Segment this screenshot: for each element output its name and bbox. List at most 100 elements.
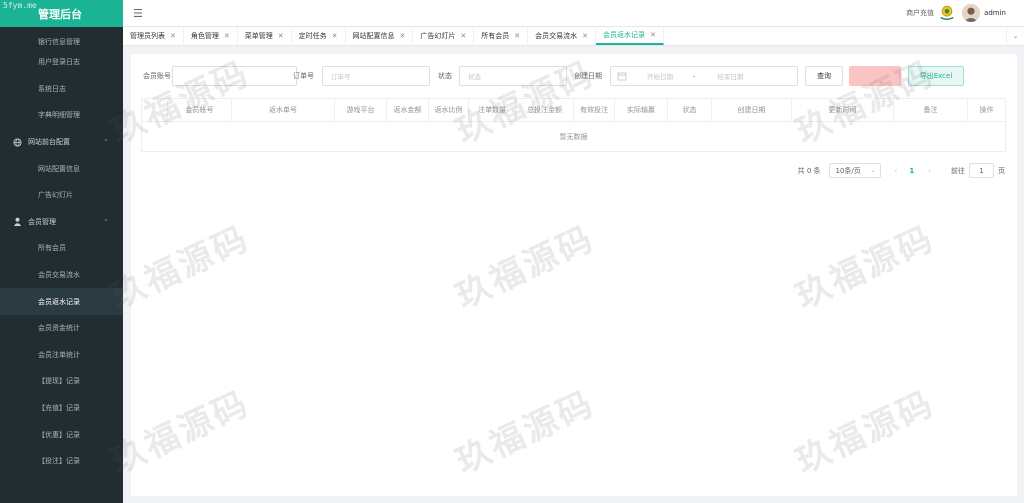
sidebar-item-label: 【充值】记录	[38, 404, 80, 413]
page-size-value: 10条/页	[835, 166, 861, 175]
sidebar-item-label: 会员返水记录	[38, 297, 80, 306]
chevron-up-icon: ⌃	[103, 217, 109, 226]
tab-item[interactable]: 所有会员 ✕	[474, 27, 529, 45]
user-icon	[12, 217, 22, 227]
goto-page-input[interactable]: 1	[969, 163, 994, 178]
sidebar-item[interactable]: 广告幻灯片	[0, 182, 123, 209]
chevron-up-icon: ⌃	[103, 138, 109, 147]
sidebar-item[interactable]: 会员资金统计	[0, 315, 123, 342]
tab-label: 所有会员	[481, 32, 510, 40]
sidebar-item-label: 所有会员	[38, 244, 66, 253]
close-icon[interactable]: ✕	[650, 31, 656, 39]
end-date-input[interactable]: 结束日期	[717, 71, 743, 81]
status-label: 状态	[438, 72, 452, 80]
current-page-number[interactable]: 1	[909, 167, 914, 175]
tab-item[interactable]: 会员交易流水 ✕	[528, 27, 596, 45]
total-count: 共 0 条	[797, 166, 821, 175]
sidebar-item[interactable]: 会员返水记录	[0, 288, 123, 315]
sidebar-item[interactable]: 会员交易流水	[0, 262, 123, 289]
avatar[interactable]	[962, 4, 981, 22]
sidebar-item-label: 会员资金统计	[38, 324, 80, 333]
sidebar-item[interactable]: 所有会员	[0, 235, 123, 262]
content-card: 会员账号 订单号 订单号 状态 状态 创建日期 开始日期 - 结束日期 查询 导…	[131, 54, 1017, 496]
sidebar-item[interactable]: 【优惠】记录	[0, 421, 123, 448]
delete-button[interactable]	[849, 66, 901, 86]
corner-watermark: 5fym.me	[3, 1, 37, 10]
tab-label: 广告幻灯片	[420, 32, 456, 40]
order-no-label: 订单号	[293, 72, 314, 80]
medal-icon[interactable]	[938, 4, 956, 22]
tab-item[interactable]: 菜单管理 ✕	[238, 27, 292, 45]
column-header: 备注	[893, 98, 968, 122]
tab-item[interactable]: 网站配置信息 ✕	[346, 27, 414, 45]
app-logo[interactable]: 5fym.me 管理后台	[0, 0, 123, 27]
empty-text: 暂无数据	[141, 121, 1006, 152]
member-account-input[interactable]	[172, 66, 297, 86]
tab-label: 定时任务	[298, 32, 327, 40]
sidebar-item-label: 【提现】记录	[38, 377, 80, 386]
prev-page-icon[interactable]: ‹	[895, 167, 898, 175]
sidebar-item[interactable]: 系统日志	[0, 76, 123, 103]
sidebar-item[interactable]: 字典明细管理	[0, 102, 123, 129]
sidebar-item-label: 会员注单统计	[38, 350, 80, 359]
column-header: 总投注金额	[515, 98, 574, 122]
close-icon[interactable]: ✕	[582, 32, 588, 40]
sidebar-item[interactable]: 网站配置信息	[0, 155, 123, 182]
close-icon[interactable]: ✕	[278, 32, 284, 40]
sidebar-item-label: 银行信息管理	[38, 38, 80, 46]
sidebar-item[interactable]: 银行信息管理	[0, 27, 123, 49]
start-date-input[interactable]: 开始日期	[647, 71, 673, 81]
tab-item[interactable]: 管理员列表 ✕	[123, 27, 184, 45]
column-header: 返水比例	[428, 98, 469, 122]
page-size-select[interactable]: 10条/页 ⌄	[828, 163, 881, 178]
avatar-icon	[962, 4, 981, 22]
query-button[interactable]: 查询	[805, 66, 843, 86]
column-header: 会员帐号	[167, 98, 232, 122]
sidebar-item[interactable]: 用户登录日志	[0, 49, 123, 76]
chevron-down-icon[interactable]: ⌄	[1006, 27, 1024, 45]
close-icon[interactable]: ✕	[400, 32, 406, 40]
username[interactable]: admin	[984, 9, 1006, 17]
sidebar-group[interactable]: 会员管理 ⌃	[0, 209, 123, 236]
close-icon[interactable]: ✕	[224, 32, 230, 40]
globe-icon	[12, 137, 22, 147]
export-excel-button[interactable]: 导出Excel	[908, 66, 964, 86]
tab-label: 会员返水记录	[603, 31, 645, 39]
sidebar-item[interactable]: 【充值】记录	[0, 395, 123, 422]
order-no-input[interactable]: 订单号	[322, 66, 430, 86]
next-page-icon[interactable]: ›	[928, 167, 931, 175]
table-header-row: 会员帐号 返水单号 游戏平台 返水金额 返水比例 注单数量 总投注金额 有效投注 实际输赢 状态创…	[141, 98, 1006, 122]
menu-toggle-icon[interactable]: ☰	[133, 7, 143, 20]
column-header: 返水单号	[231, 98, 335, 122]
column-header: 注单数量	[468, 98, 516, 122]
recharge-link[interactable]: 商户充值	[906, 8, 934, 18]
sidebar-group[interactable]: 网站前台配置 ⌃	[0, 129, 123, 156]
sidebar: 5fym.me 管理后台 银行信息管理用户登录日志系统日志字典明细管理 网站前台配…	[0, 0, 123, 503]
sidebar-item[interactable]: 【投注】记录	[0, 448, 123, 475]
sidebar-item-label: 系统日志	[38, 84, 66, 93]
empty-row: 暂无数据	[141, 121, 1006, 152]
rebate-table: 会员帐号 返水单号 游戏平台 返水金额 返水比例 注单数量 总投注金额 有效投注 实际输赢 状态创…	[141, 98, 1006, 152]
sidebar-item-label: 会员管理	[28, 217, 56, 226]
close-icon[interactable]: ✕	[460, 32, 466, 40]
column-header: 操作	[967, 98, 1006, 122]
close-icon[interactable]: ✕	[170, 32, 176, 40]
tab-item[interactable]: 广告幻灯片 ✕	[413, 27, 475, 45]
column-header: 实际输赢	[614, 98, 668, 122]
close-icon[interactable]: ✕	[514, 32, 520, 40]
close-icon[interactable]: ✕	[332, 32, 338, 40]
date-range-picker[interactable]: 开始日期 - 结束日期	[610, 66, 798, 86]
column-header: 游戏平台	[334, 98, 387, 122]
status-select[interactable]: 状态	[459, 66, 567, 86]
column-header: 返水金额	[386, 98, 429, 122]
tab-item[interactable]: 会员返水记录 ✕	[596, 27, 664, 45]
sidebar-item[interactable]: 会员注单统计	[0, 342, 123, 369]
tab-label: 会员交易流水	[535, 32, 578, 40]
filter-bar: 会员账号 订单号 订单号 状态 状态 创建日期 开始日期 - 结束日期 查询 导…	[143, 66, 1017, 86]
tab-label: 管理员列表	[130, 32, 165, 40]
tab-item[interactable]: 定时任务 ✕	[292, 27, 346, 45]
sidebar-item[interactable]: 【提现】记录	[0, 368, 123, 395]
calendar-icon	[617, 72, 627, 81]
tab-item[interactable]: 角色管理 ✕	[184, 27, 238, 45]
pagination: 共 0 条 10条/页 ⌄ ‹ 1 › 前往 1 页	[798, 163, 1005, 178]
